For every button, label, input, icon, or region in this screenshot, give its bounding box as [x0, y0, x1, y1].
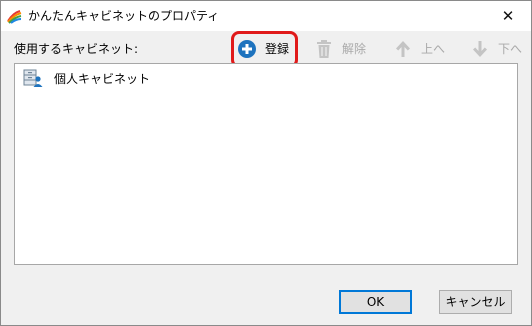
properties-dialog: かんたんキャビネットのプロパティ ✕ 使用するキャビネット: 登録 解除 上へ …	[0, 0, 532, 326]
app-logo-icon	[6, 8, 22, 24]
title-bar: かんたんキャビネットのプロパティ ✕	[1, 1, 531, 31]
window-title: かんたんキャビネットのプロパティ	[28, 9, 220, 23]
remove-button[interactable]: 解除	[314, 37, 366, 61]
arrow-down-icon	[470, 39, 490, 59]
cabinet-list-label: 使用するキャビネット:	[14, 42, 139, 56]
move-up-button[interactable]: 上へ	[393, 37, 445, 61]
remove-label: 解除	[342, 42, 367, 56]
close-icon: ✕	[501, 7, 515, 25]
personal-cabinet-icon	[23, 68, 43, 91]
move-up-label: 上へ	[421, 42, 446, 56]
cancel-button[interactable]: キャンセル	[439, 290, 512, 314]
close-button[interactable]: ✕	[485, 1, 531, 31]
arrow-up-icon	[393, 39, 413, 59]
list-item[interactable]: 個人キャビネット	[23, 69, 150, 89]
move-down-button[interactable]: 下へ	[470, 37, 522, 61]
ok-button[interactable]: OK	[339, 290, 412, 314]
trash-icon	[314, 39, 334, 59]
list-item-label: 個人キャビネット	[54, 72, 151, 86]
cabinet-list[interactable]: 個人キャビネット	[14, 63, 518, 265]
move-down-label: 下へ	[498, 42, 523, 56]
